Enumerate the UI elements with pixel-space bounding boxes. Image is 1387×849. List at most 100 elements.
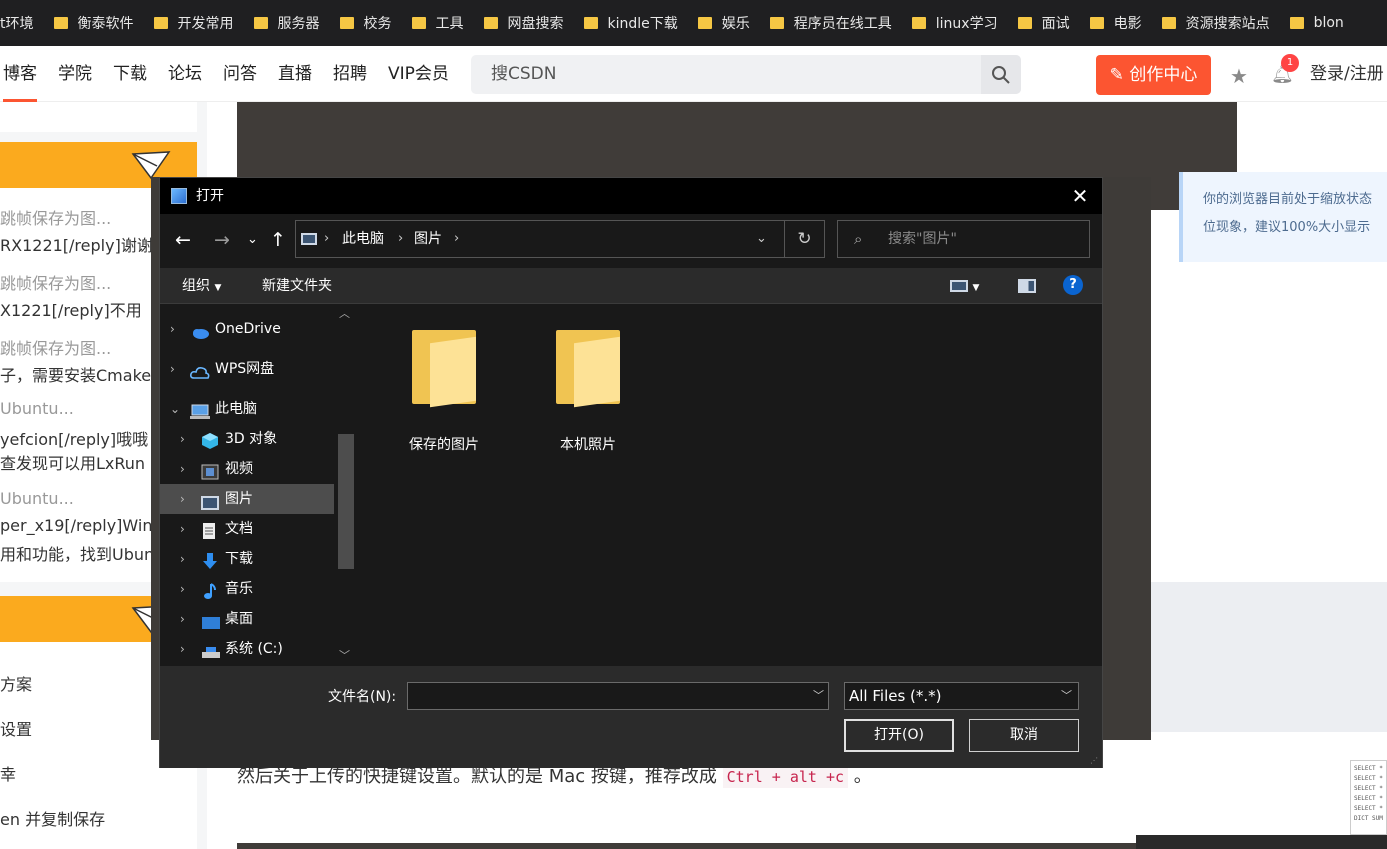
open-file-dialog: 打开 ✕ ← → ⌄ ↑ › 此电脑 › 图片 › ⌄ ↻ ⌕ 搜索"图片" 组… xyxy=(159,177,1103,768)
favorites-star-icon[interactable]: ★ xyxy=(1230,64,1248,88)
comment-title[interactable]: 跳帧保存为图... xyxy=(0,205,160,229)
tree-item[interactable]: › WPS网盘 xyxy=(160,354,334,384)
chevron-right-icon[interactable]: › xyxy=(180,604,185,634)
up-arrow-icon[interactable]: ↑ xyxy=(270,214,286,266)
toc-item[interactable]: 幸 xyxy=(0,761,160,785)
resize-grip-icon[interactable]: ⋰ xyxy=(1090,756,1100,766)
filetype-select[interactable]: All Files (*.*) ﹀ xyxy=(844,682,1079,710)
folder-item[interactable]: 本机照片 xyxy=(528,326,648,454)
chevron-right-icon[interactable]: › xyxy=(180,484,185,514)
scroll-thumb[interactable] xyxy=(338,434,354,569)
cancel-button[interactable]: 取消 xyxy=(969,719,1079,752)
tree-item[interactable]: › 桌面 xyxy=(160,604,334,634)
chevron-right-icon[interactable]: › xyxy=(180,424,185,454)
tree-item[interactable]: › 文档 xyxy=(160,514,334,544)
nav-link-vip[interactable]: VIP会员 xyxy=(388,46,449,102)
chevron-down-icon[interactable]: ﹀ xyxy=(813,687,824,703)
dialog-close-button[interactable]: ✕ xyxy=(1058,178,1102,214)
chevron-right-icon[interactable]: › xyxy=(454,221,459,257)
bookmark-item[interactable]: 面试 xyxy=(1010,13,1082,33)
nav-link-download[interactable]: 下载 xyxy=(113,46,147,102)
bookmark-item[interactable]: 程序员在线工具 xyxy=(762,13,904,33)
tree-item[interactable]: › OneDrive xyxy=(160,314,334,344)
chevron-right-icon[interactable]: › xyxy=(170,314,175,344)
comment-title[interactable]: 跳帧保存为图... xyxy=(0,270,160,294)
bookmark-item[interactable]: 资源搜索站点 xyxy=(1154,13,1282,33)
chevron-down-icon[interactable]: ⌄ xyxy=(756,221,767,257)
bookmark-item[interactable]: 服务器 xyxy=(246,13,332,33)
tree-item[interactable]: › 音乐 xyxy=(160,574,334,604)
bookmark-item[interactable]: 衡泰软件 xyxy=(46,13,146,33)
chevron-right-icon[interactable]: › xyxy=(398,221,403,257)
chevron-right-icon[interactable]: › xyxy=(180,514,185,544)
bookmark-item[interactable]: kindle下载 xyxy=(576,13,690,33)
create-center-button[interactable]: ✎ 创作中心 xyxy=(1096,55,1211,95)
scroll-down-icon[interactable]: ﹀ xyxy=(339,646,350,666)
login-register-link[interactable]: 登录/注册 xyxy=(1310,46,1384,102)
chevron-right-icon[interactable]: › xyxy=(170,354,175,384)
comment-title[interactable]: Ubuntu... xyxy=(0,399,160,418)
site-search-input[interactable]: 搜CSDN xyxy=(471,55,1021,94)
tree-item[interactable]: › 3D 对象 xyxy=(160,424,334,454)
chevron-right-icon[interactable]: › xyxy=(180,454,185,484)
bookmark-label: 程序员在线工具 xyxy=(793,16,892,32)
dialog-titlebar[interactable]: 打开 ✕ xyxy=(160,178,1102,214)
bookmark-item[interactable]: 网盘搜索 xyxy=(476,13,576,33)
navigation-scrollbar[interactable]: ︿ ﹀ xyxy=(335,304,357,666)
tree-item[interactable]: › 系统 (C:) xyxy=(160,634,334,664)
address-bar[interactable]: › 此电脑 › 图片 › ⌄ ↻ xyxy=(295,220,825,258)
new-folder-button[interactable]: 新建文件夹 xyxy=(262,268,332,304)
nav-link-blog[interactable]: 博客 xyxy=(3,46,37,102)
nav-link-jobs[interactable]: 招聘 xyxy=(333,46,367,102)
nav-link-academy[interactable]: 学院 xyxy=(58,46,92,102)
folder-item[interactable]: 保存的图片 xyxy=(384,326,504,454)
breadcrumb-this-pc[interactable]: 此电脑 xyxy=(342,221,384,257)
open-button[interactable]: 打开(O) xyxy=(844,719,954,752)
chevron-right-icon[interactable]: › xyxy=(180,574,185,604)
tree-item[interactable]: ⌄ 此电脑 xyxy=(160,394,334,424)
chevron-down-icon: ﹀ xyxy=(1061,689,1072,702)
breadcrumb-pictures[interactable]: 图片 xyxy=(414,221,442,257)
bookmark-item[interactable]: 校务 xyxy=(332,13,404,33)
view-options-icon[interactable]: ▼ xyxy=(950,268,979,306)
bookmark-item[interactable]: 工具 xyxy=(404,13,476,33)
comment-title[interactable]: 跳帧保存为图... xyxy=(0,335,160,359)
chevron-down-icon[interactable]: ⌄ xyxy=(170,394,180,424)
back-arrow-icon[interactable]: ← xyxy=(175,214,191,266)
folder-icon xyxy=(1161,17,1176,29)
bookmark-item[interactable]: 电影 xyxy=(1082,13,1154,33)
site-search-button[interactable] xyxy=(981,55,1021,94)
forward-arrow-icon[interactable]: → xyxy=(214,214,230,266)
nav-link-qa[interactable]: 问答 xyxy=(223,46,257,102)
filename-input[interactable]: ﹀ xyxy=(407,682,829,710)
article-image-bottom xyxy=(237,843,1137,849)
folder-label: 保存的图片 xyxy=(409,437,479,453)
help-icon[interactable]: ? xyxy=(1063,275,1083,295)
tree-item[interactable]: › 视频 xyxy=(160,454,334,484)
comment-title[interactable]: Ubuntu... xyxy=(0,489,160,508)
documents-icon xyxy=(201,521,219,539)
toc-item[interactable]: 方案 xyxy=(0,671,160,695)
recent-locations-chevron-icon[interactable]: ⌄ xyxy=(247,214,258,266)
nav-link-live[interactable]: 直播 xyxy=(278,46,312,102)
chevron-right-icon[interactable]: › xyxy=(180,634,185,664)
preview-pane-icon[interactable] xyxy=(1018,268,1036,304)
chevron-right-icon[interactable]: › xyxy=(324,221,329,257)
toc-item[interactable]: 设置 xyxy=(0,716,160,740)
bookmark-item[interactable]: linux学习 xyxy=(904,13,1010,33)
bookmark-item[interactable]: 娱乐 xyxy=(690,13,762,33)
bookmark-item[interactable]: t环境 xyxy=(0,13,46,33)
scroll-up-icon[interactable]: ︿ xyxy=(339,304,350,324)
chevron-right-icon[interactable]: › xyxy=(180,544,185,574)
toc-item[interactable]: en 并复制保存 xyxy=(0,806,160,830)
refresh-icon[interactable]: ↻ xyxy=(784,221,824,257)
bookmark-item[interactable]: 开发常用 xyxy=(146,13,246,33)
bookmark-item[interactable]: blon xyxy=(1282,15,1356,31)
tree-item[interactable]: › 下载 xyxy=(160,544,334,574)
organize-menu[interactable]: 组织 ▼ xyxy=(182,268,221,306)
tree-item-label: 系统 (C:) xyxy=(225,641,283,657)
nav-link-forum[interactable]: 论坛 xyxy=(168,46,202,102)
dialog-search-input[interactable]: ⌕ 搜索"图片" xyxy=(837,220,1090,258)
tree-item-label: 图片 xyxy=(225,491,253,507)
tree-item[interactable]: › 图片 xyxy=(160,484,334,514)
